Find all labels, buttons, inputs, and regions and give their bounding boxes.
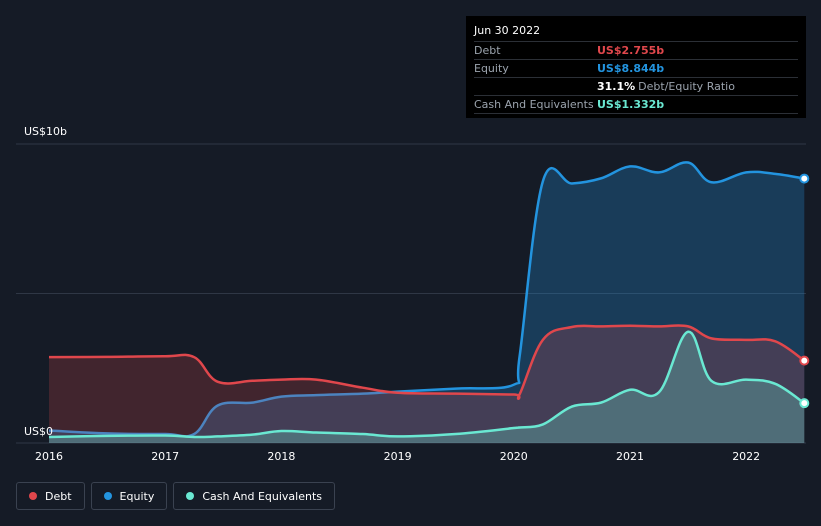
legend-equity-label: Equity bbox=[119, 489, 155, 503]
legend-debt-label: Debt bbox=[45, 489, 72, 503]
legend-cash-label: Cash And Equivalents bbox=[202, 489, 322, 503]
tooltip: Jun 30 2022 Debt US$2.755b Equity US$8.8… bbox=[466, 16, 806, 118]
tooltip-row-ratio: 31.1% Debt/Equity Ratio bbox=[474, 77, 798, 95]
legend-item-cash[interactable]: Cash And Equivalents bbox=[173, 482, 335, 510]
y-axis-top-label: US$10b bbox=[24, 125, 68, 138]
x-tick-label: 2021 bbox=[616, 450, 644, 463]
tooltip-debt-value: US$2.755b bbox=[597, 44, 665, 57]
debt-dot-icon bbox=[29, 492, 37, 500]
x-tick-label: 2016 bbox=[35, 450, 63, 463]
legend-item-debt[interactable]: Debt bbox=[16, 482, 85, 510]
series-layer bbox=[48, 161, 806, 444]
cash-end-marker bbox=[799, 398, 810, 409]
tooltip-equity-value: US$8.844b bbox=[597, 62, 665, 75]
tooltip-ratio-label: Debt/Equity Ratio bbox=[638, 80, 735, 93]
x-tick-label: 2020 bbox=[499, 450, 528, 463]
equity-dot-icon bbox=[103, 492, 112, 500]
x-tick-label: 2022 bbox=[732, 450, 761, 463]
x-tick-label: 2019 bbox=[383, 450, 412, 463]
tooltip-date: Jun 30 2022 bbox=[474, 24, 541, 37]
cash-dot-icon bbox=[186, 492, 195, 500]
tooltip-cash-label: Cash And Equivalents bbox=[474, 98, 594, 111]
tooltip-ratio-value: 31.1% bbox=[597, 80, 636, 93]
x-tick-label: 2017 bbox=[151, 450, 180, 463]
tooltip-equity-label: Equity bbox=[474, 62, 509, 75]
tooltip-debt-label: Debt bbox=[474, 44, 501, 57]
legend-item-equity[interactable]: Equity bbox=[90, 482, 168, 510]
x-tick-label: 2018 bbox=[267, 450, 296, 463]
tooltip-row-equity: Equity US$8.844b bbox=[474, 59, 798, 77]
tooltip-row-debt: Debt US$2.755b bbox=[474, 41, 798, 59]
debt-end-marker bbox=[799, 355, 810, 366]
equity-end-marker bbox=[799, 173, 810, 184]
tooltip-cash-value: US$1.332b bbox=[597, 98, 665, 111]
y-axis-bottom-label: US$0 bbox=[24, 425, 54, 438]
legend: Debt Equity Cash And Equivalents bbox=[16, 482, 335, 510]
tooltip-row-cash: Cash And Equivalents US$1.332b bbox=[474, 95, 798, 114]
